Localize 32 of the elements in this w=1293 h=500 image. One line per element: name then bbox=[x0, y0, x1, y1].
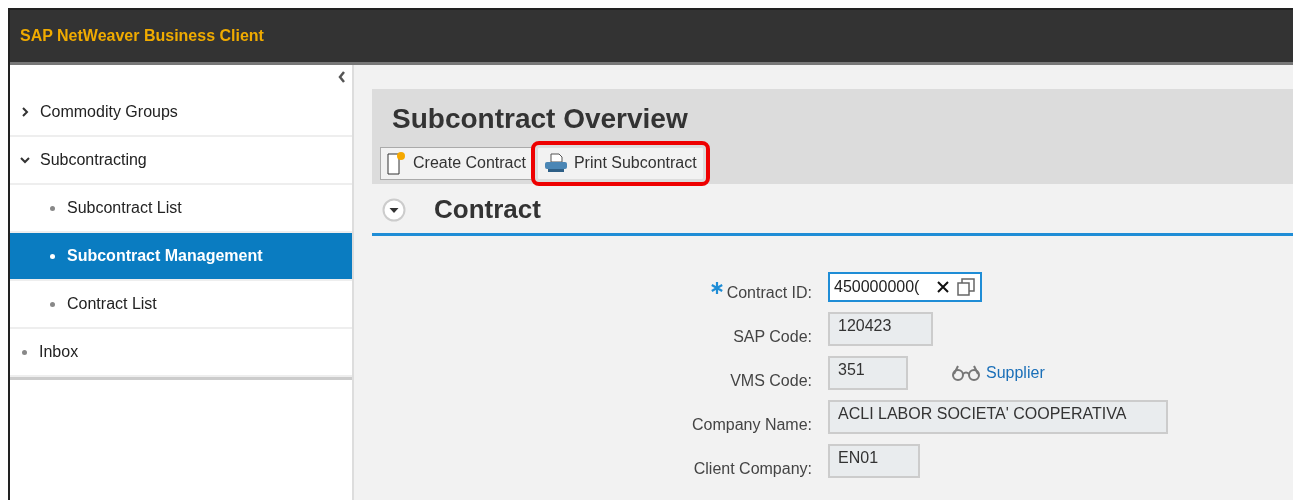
readonly-field: 120423 bbox=[828, 312, 934, 346]
supplier-link[interactable]: Supplier bbox=[950, 364, 1045, 382]
readonly-field: EN01 bbox=[828, 444, 921, 478]
bullet-icon bbox=[50, 253, 55, 259]
collapse-toggle-icon[interactable] bbox=[382, 197, 406, 222]
chevron-down-icon bbox=[20, 155, 30, 165]
sidebar-item[interactable]: Subcontract Management bbox=[10, 233, 352, 281]
clear-icon[interactable] bbox=[936, 280, 950, 294]
bullet-icon bbox=[50, 301, 55, 307]
page-title: Subcontract Overview bbox=[392, 103, 689, 135]
printer-icon bbox=[543, 153, 568, 173]
sidebar-item[interactable]: Subcontracting bbox=[10, 137, 352, 185]
field-label: Contract ID: bbox=[726, 284, 812, 302]
readonly-field: ACLI LABOR SOCIETA' COOPERATIVA bbox=[828, 400, 1169, 434]
collapse-icon[interactable] bbox=[338, 71, 346, 83]
field-label: Company Name: bbox=[691, 416, 812, 434]
sidebar-item[interactable]: Inbox bbox=[10, 329, 352, 377]
toolbar-button[interactable]: Create Contract bbox=[380, 147, 533, 180]
window-title: SAP NetWeaver Business Client bbox=[20, 27, 264, 45]
bullet-icon bbox=[50, 205, 55, 211]
bullet-icon bbox=[22, 349, 27, 355]
new-document-icon bbox=[387, 151, 407, 175]
input-field[interactable]: 450000000( bbox=[828, 272, 982, 302]
sidebar-item[interactable]: Contract List bbox=[10, 281, 352, 329]
section-title: Contract bbox=[434, 194, 541, 225]
chevron-right-icon bbox=[20, 107, 30, 117]
sidebar-item[interactable]: Commodity Groups bbox=[10, 89, 352, 137]
field-label: Client Company: bbox=[693, 460, 812, 478]
readonly-field: 351 bbox=[828, 356, 908, 390]
field-label: VMS Code: bbox=[730, 372, 812, 390]
field-label: SAP Code: bbox=[733, 328, 812, 346]
copy-icon[interactable] bbox=[956, 277, 976, 297]
